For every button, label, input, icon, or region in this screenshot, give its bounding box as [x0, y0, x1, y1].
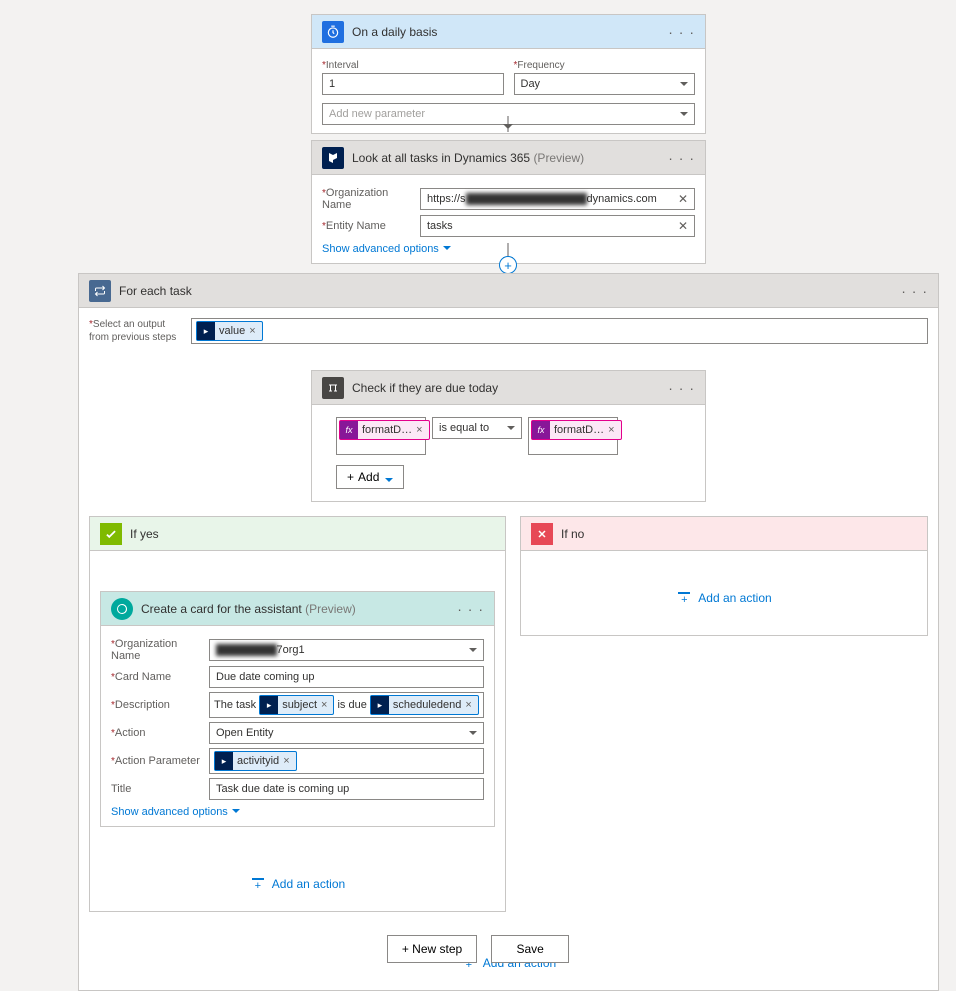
remove-token-icon[interactable]: ×: [249, 325, 255, 337]
activityid-token[interactable]: ▸activityid×: [214, 751, 297, 771]
condition-menu[interactable]: · · ·: [668, 380, 695, 396]
clear-icon[interactable]: ✕: [678, 219, 688, 233]
dynamics-icon: ▸: [215, 752, 233, 770]
condition-left-input[interactable]: fx formatD… ×: [336, 417, 426, 455]
insert-step-button[interactable]: +: [499, 256, 517, 274]
trigger-title: On a daily basis: [352, 25, 668, 39]
remove-token-icon[interactable]: ×: [283, 755, 289, 767]
condition-title: Check if they are due today: [352, 381, 668, 395]
foreach-card: For each task · · · *Select an output fr…: [78, 273, 939, 991]
if-no-label: If no: [561, 527, 917, 541]
create-card-action: Create a card for the assistant (Preview…: [100, 591, 495, 827]
add-action-icon: [676, 591, 692, 605]
cc-org-input[interactable]: xxxxxxxxxxx7org1: [209, 639, 484, 661]
clock-icon: [322, 21, 344, 43]
interval-input[interactable]: 1: [322, 73, 504, 95]
create-card-header[interactable]: Create a card for the assistant (Preview…: [101, 592, 494, 626]
add-action-link[interactable]: Add an action: [100, 877, 495, 891]
cc-desc-label: *Description: [111, 699, 209, 711]
chevron-down-icon: [385, 473, 393, 481]
create-card-menu[interactable]: · · ·: [457, 601, 484, 617]
condition-icon: [322, 377, 344, 399]
cc-action-label: *Action: [111, 727, 209, 739]
cc-action-input[interactable]: Open Entity: [209, 722, 484, 744]
cc-title-input[interactable]: Task due date is coming up: [209, 778, 484, 800]
check-icon: [100, 523, 122, 545]
frequency-select[interactable]: Day: [514, 73, 696, 95]
cc-desc-input[interactable]: The task ▸subject× is due ▸scheduledend×: [209, 692, 484, 718]
remove-token-icon[interactable]: ×: [416, 424, 422, 436]
chevron-down-icon: [443, 243, 451, 251]
lookup-title: Look at all tasks in Dynamics 365 (Previ…: [352, 151, 668, 165]
if-no-branch: If no Add an action: [520, 516, 928, 636]
condition-header[interactable]: Check if they are due today · · ·: [312, 371, 705, 405]
assistant-icon: [111, 598, 133, 620]
fx-icon: fx: [340, 421, 358, 439]
foreach-header[interactable]: For each task · · ·: [79, 274, 938, 308]
cc-cardname-input[interactable]: Due date coming up: [209, 666, 484, 688]
remove-token-icon[interactable]: ×: [608, 424, 614, 436]
clear-icon[interactable]: ✕: [678, 192, 688, 206]
frequency-label: Frequency: [517, 60, 564, 71]
show-advanced-link[interactable]: Show advanced options: [111, 806, 484, 818]
if-yes-label: If yes: [130, 527, 495, 541]
cc-org-label: *Organization Name: [111, 638, 209, 662]
connector-arrow: [499, 116, 517, 140]
condition-card: Check if they are due today · · · fx for…: [311, 370, 706, 502]
fx-icon: fx: [532, 421, 550, 439]
trigger-header[interactable]: On a daily basis · · ·: [312, 15, 705, 49]
entity-name-label: *Entity Name: [322, 220, 420, 232]
fx-token[interactable]: fx formatD… ×: [531, 420, 622, 440]
subject-token[interactable]: ▸subject×: [259, 695, 334, 715]
add-condition-button[interactable]: +Add: [336, 465, 404, 489]
dynamics-icon: [322, 147, 344, 169]
fx-token[interactable]: fx formatD… ×: [339, 420, 430, 440]
condition-operator-select[interactable]: is equal to: [432, 417, 522, 439]
cc-title-label: Title: [111, 783, 209, 795]
lookup-header[interactable]: Look at all tasks in Dynamics 365 (Previ…: [312, 141, 705, 175]
org-name-label: *Organization Name: [322, 187, 420, 211]
create-card-title: Create a card for the assistant (Preview…: [141, 602, 457, 616]
foreach-menu[interactable]: · · ·: [901, 283, 928, 299]
value-token[interactable]: ▸ value ×: [196, 321, 263, 341]
new-step-button[interactable]: + New step: [387, 935, 477, 963]
org-name-input[interactable]: https://sxxxxxxxxxxxxxxxxxxxxxxdynamics.…: [420, 188, 695, 210]
remove-token-icon[interactable]: ×: [321, 699, 327, 711]
chevron-down-icon: [232, 806, 240, 814]
cc-actionparam-label: *Action Parameter: [111, 755, 209, 767]
condition-right-input[interactable]: fx formatD… ×: [528, 417, 618, 455]
if-no-header: If no: [521, 517, 927, 551]
add-action-link[interactable]: Add an action: [531, 591, 917, 605]
trigger-menu[interactable]: · · ·: [668, 24, 695, 40]
dynamics-icon: ▸: [371, 696, 389, 714]
foreach-title: For each task: [119, 284, 901, 298]
save-button[interactable]: Save: [491, 935, 569, 963]
if-yes-header: If yes: [90, 517, 505, 551]
select-output-label: Select an output: [93, 319, 165, 330]
cc-actionparam-input[interactable]: ▸activityid×: [209, 748, 484, 774]
interval-label: Interval: [326, 60, 359, 71]
dynamics-icon: ▸: [260, 696, 278, 714]
entity-name-input[interactable]: tasks ✕: [420, 215, 695, 237]
if-yes-branch: If yes Create a card for the assistant (…: [89, 516, 506, 912]
dynamics-icon: ▸: [197, 322, 215, 340]
close-icon: [531, 523, 553, 545]
loop-icon: [89, 280, 111, 302]
select-output-input[interactable]: ▸ value ×: [191, 318, 928, 344]
remove-token-icon[interactable]: ×: [465, 699, 471, 711]
cc-cardname-label: *Card Name: [111, 671, 209, 683]
lookup-menu[interactable]: · · ·: [668, 150, 695, 166]
scheduledend-token[interactable]: ▸scheduledend×: [370, 695, 479, 715]
add-action-icon: [250, 877, 266, 891]
